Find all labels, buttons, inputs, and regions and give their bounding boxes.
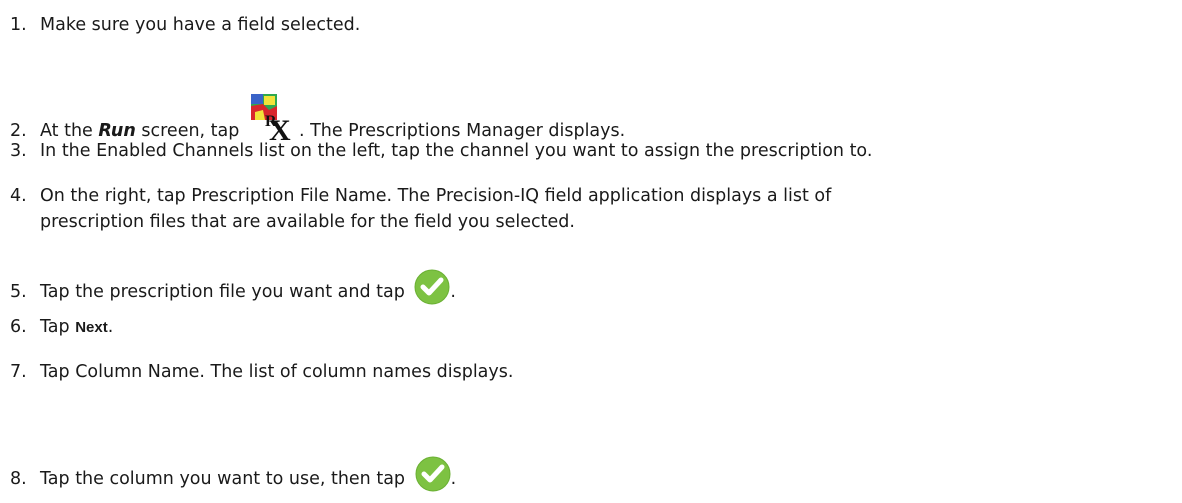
step-7: 7. Tap Column Name. The list of column na… [10, 359, 513, 385]
step-text-line2: prescription files that are available fo… [40, 212, 575, 232]
step-text-after: . [450, 282, 456, 302]
step-6: 6. Tap Next. [10, 314, 113, 341]
step-number: 4. [10, 186, 27, 206]
step-text-before: Tap the prescription file you want and t… [40, 282, 411, 302]
step-text-after: . [450, 469, 457, 489]
step-1: 1. Make sure you have a field selected. [10, 12, 360, 38]
step-5: 5. Tap the prescription file you want and… [10, 269, 456, 305]
step-number: 6. [10, 317, 27, 337]
step-8: 8. Tap the column you want to use, then t… [10, 456, 456, 492]
step-number: 8. [10, 469, 27, 489]
step-text-after: . [107, 317, 114, 337]
step-text: In the Enabled Channels list on the left… [40, 141, 873, 161]
step-text-before: Tap the column you want to use, then tap [40, 469, 411, 489]
step-text: Make sure you have a field selected. [40, 15, 361, 35]
step-text-before: Tap [40, 317, 76, 337]
next-button-label: Next [75, 319, 108, 336]
green-check-icon [415, 456, 451, 492]
step-3: 3. In the Enabled Channels list on the le… [10, 138, 872, 164]
step-number: 3. [10, 141, 27, 161]
step-number: 5. [10, 282, 27, 302]
step-text: Tap Column Name. The list of column name… [40, 362, 514, 382]
svg-text:R: R [265, 113, 277, 130]
green-check-icon [414, 269, 450, 305]
step-4: 4. On the right, tap Prescription File Na… [10, 183, 831, 235]
step-number: 1. [10, 15, 27, 35]
step-text-line1: On the right, tap Prescription File Name… [40, 186, 832, 206]
step-number: 7. [10, 362, 27, 382]
